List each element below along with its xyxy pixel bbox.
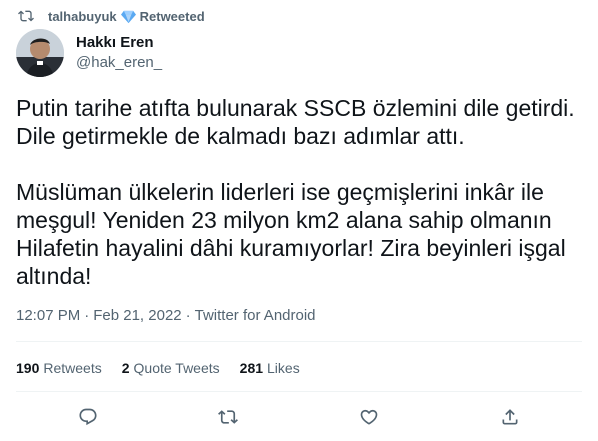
quote-tweets-stat[interactable]: 2 Quote Tweets <box>122 358 220 378</box>
share-icon <box>502 409 518 425</box>
avatar[interactable] <box>16 29 64 77</box>
author-display-name[interactable]: Hakkı Eren <box>76 33 162 53</box>
retweeter-link[interactable]: talhabuyuk <box>48 9 140 24</box>
reply-button[interactable] <box>74 403 102 431</box>
quotes-count: 2 <box>121 360 130 376</box>
like-button[interactable] <box>355 403 383 431</box>
reply-icon <box>79 408 97 426</box>
retweeter-username[interactable]: talhabuyuk <box>48 9 117 24</box>
retweet-icon <box>218 410 238 424</box>
tweet-metadata: 12:07 PM · Feb 21, 2022 · Twitter for Androi… <box>16 306 316 326</box>
retweet-icon <box>18 10 34 22</box>
retweets-count: 190 <box>16 360 40 376</box>
divider <box>16 341 582 342</box>
heart-icon <box>360 409 378 425</box>
tweet-actions <box>0 403 598 431</box>
author-handle[interactable]: @hak_eren_ <box>76 53 162 73</box>
tweet-stats: 190 Retweets 2 Quote Tweets 281 Likes <box>16 358 320 378</box>
retweets-stat[interactable]: 190 Retweets <box>16 358 102 378</box>
tweet-date[interactable]: Feb 21, 2022 <box>93 307 181 324</box>
meta-separator: · <box>84 307 90 324</box>
retweets-label: Retweets <box>43 360 102 376</box>
likes-count: 281 <box>239 360 264 376</box>
tweet-source[interactable]: Twitter for Android <box>195 307 316 324</box>
quotes-label: Quote Tweets <box>133 360 220 376</box>
divider <box>16 391 582 392</box>
retweet-context: talhabuyuk Retweeted <box>16 6 205 26</box>
share-button[interactable] <box>496 403 524 431</box>
tweet-author: Hakkı Eren @hak_eren_ <box>16 29 162 77</box>
likes-stat[interactable]: 281 Likes <box>240 358 300 378</box>
retweeted-label: Retweeted <box>139 8 205 24</box>
tweet-time[interactable]: 12:07 PM <box>16 307 80 324</box>
retweet-button[interactable] <box>214 403 242 431</box>
tweet-text: Putin tarihe atıfta bulunarak SSCB özlem… <box>16 95 575 289</box>
meta-separator: · <box>185 307 191 324</box>
likes-label: Likes <box>267 360 300 376</box>
verified-diamond-icon <box>120 10 136 23</box>
